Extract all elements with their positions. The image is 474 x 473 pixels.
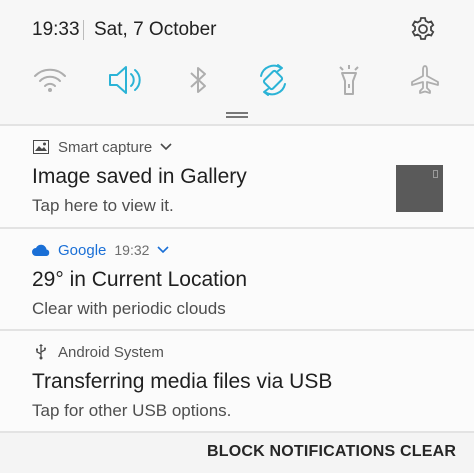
chevron-down-icon[interactable]	[160, 140, 174, 154]
panel-drag-handle[interactable]	[226, 112, 248, 118]
notification-title: 29° in Current Location	[32, 268, 248, 291]
notification-text: Clear with periodic clouds	[32, 299, 226, 318]
airplane-mode-icon[interactable]	[405, 60, 445, 100]
notification-app-name: Android System	[58, 343, 164, 361]
clock: 19:33	[32, 19, 80, 40]
header-divider	[83, 20, 84, 40]
notification-text: Tap here to view it.	[32, 196, 174, 215]
bluetooth-icon[interactable]	[178, 60, 218, 100]
date: Sat, 7 October	[94, 19, 217, 40]
wifi-icon[interactable]	[30, 60, 70, 100]
notification-google[interactable]: Google 19:32 29° in Current Location Cle…	[0, 229, 474, 329]
sound-icon[interactable]	[105, 60, 145, 100]
screenshot-thumbnail	[396, 165, 443, 212]
notification-text: Tap for other USB options.	[32, 401, 232, 420]
flashlight-icon[interactable]	[329, 60, 369, 100]
block-notifications-button[interactable]: BLOCK NOTIFICATIONS	[207, 443, 395, 461]
notification-android-system[interactable]: Android System Transferring media files …	[0, 331, 474, 431]
notification-title: Transferring media files via USB	[32, 370, 333, 393]
gear-icon[interactable]	[408, 14, 438, 44]
notification-smart-capture[interactable]: Smart capture Image saved in Gallery Tap…	[0, 126, 474, 227]
clear-button[interactable]: CLEAR	[400, 443, 456, 461]
notification-actions-bar: BLOCK NOTIFICATIONS CLEAR	[0, 433, 474, 473]
chevron-down-icon[interactable]	[157, 243, 171, 257]
notification-time: 19:32	[114, 242, 150, 258]
cloud-icon	[32, 241, 50, 259]
notification-title: Image saved in Gallery	[32, 165, 247, 188]
notification-panel-header: 19:33 Sat, 7 October	[0, 0, 474, 124]
notification-app-name: Google	[58, 241, 107, 259]
notification-app-name: Smart capture	[58, 138, 153, 156]
image-icon	[32, 138, 50, 156]
usb-icon	[32, 343, 50, 361]
auto-rotate-icon[interactable]	[253, 60, 293, 100]
